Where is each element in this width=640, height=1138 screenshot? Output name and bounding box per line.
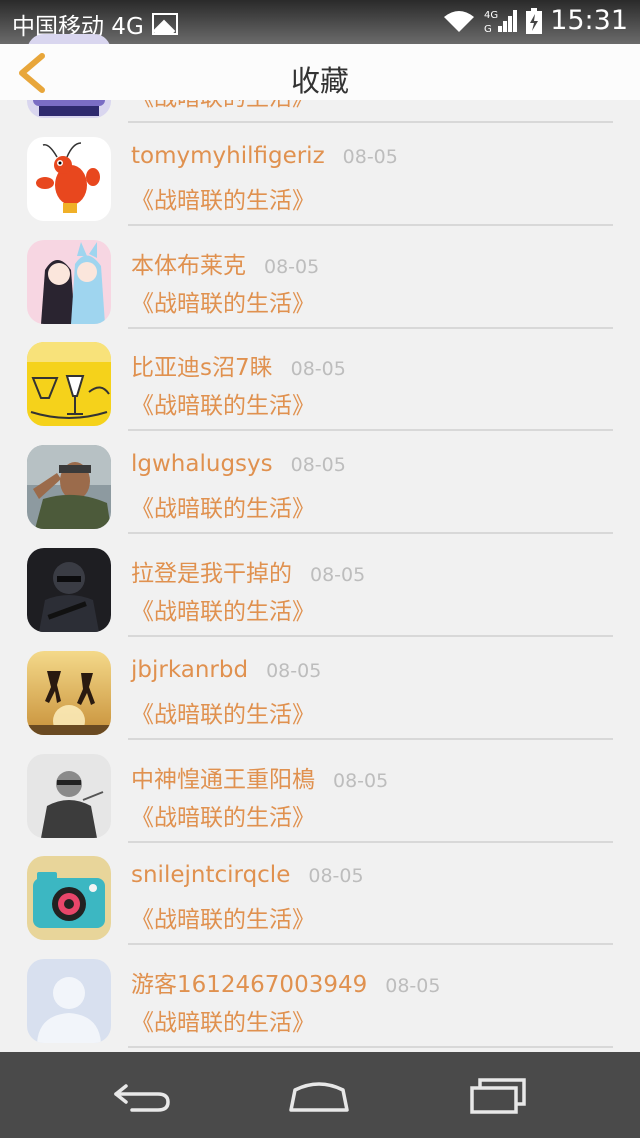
home-nav-icon[interactable]: [287, 1076, 351, 1116]
back-nav-icon[interactable]: [110, 1076, 174, 1116]
app-header: 收藏: [0, 44, 640, 100]
list-item[interactable]: 比亚迪s沼7睐 08-05 《战暗联的生活》: [0, 328, 640, 431]
page-title: 收藏: [290, 64, 349, 98]
list-item[interactable]: 中神惶通王重阳樢 08-05 《战暗联的生活》: [0, 740, 640, 843]
item-name-text: snilejntcirqcle: [131, 862, 291, 888]
item-name: 本体布莱克 08-05: [131, 246, 319, 280]
list-item[interactable]: 游客1612467003949 08-05 《战暗联的生活》: [0, 945, 640, 1048]
item-title: 《战暗联的生活》: [131, 1010, 315, 1036]
item-name-text: 中神惶通王重阳樢: [131, 767, 315, 793]
item-title: 《战暗联的生活》: [131, 393, 315, 419]
bw-woman-avatar: [27, 754, 111, 838]
item-title: 《战暗联的生活》: [131, 496, 315, 522]
item-name-text: lgwhalugsys: [131, 451, 273, 477]
anime-girls-avatar: [27, 240, 111, 324]
navigation-bar: [0, 1052, 640, 1138]
item-date: 08-05: [290, 454, 346, 476]
item-title: 《战暗联的生活》: [131, 907, 315, 933]
list-item[interactable]: 本体布莱克 08-05 《战暗联的生活》: [0, 226, 640, 329]
item-date: 08-05: [385, 975, 441, 997]
item-date: 08-05: [342, 146, 398, 168]
item-name: 中神惶通王重阳樢 08-05: [131, 760, 388, 794]
item-name: 比亚迪s沼7睐 08-05: [131, 348, 346, 382]
item-name: jbjrkanrbd 08-05: [131, 657, 321, 683]
item-title: 《战暗联的生活》: [131, 599, 315, 625]
yellow-cartoon-avatar: [27, 342, 111, 426]
item-date: 08-05: [264, 256, 320, 278]
list-item[interactable]: lgwhalugsys 08-05 《战暗联的生活》: [0, 431, 640, 534]
item-name: lgwhalugsys 08-05: [131, 451, 346, 477]
item-title: 《战暗联的生活》: [131, 805, 315, 831]
item-date: 08-05: [266, 660, 322, 682]
item-title: 《战暗联的生活》: [131, 702, 315, 728]
item-name: tomymyhilfigeriz 08-05: [131, 143, 398, 169]
default-user-avatar: [27, 959, 111, 1043]
item-name-text: 拉登是我干掉的: [131, 561, 292, 587]
list-item[interactable]: 拉登是我干掉的 08-05 《战暗联的生活》: [0, 534, 640, 637]
item-name-text: tomymyhilfigeriz: [131, 143, 325, 169]
retro-camera-avatar: [27, 856, 111, 940]
item-title: 《战暗联的生活》: [131, 188, 315, 214]
item-title: 《战暗联的生活》: [131, 291, 315, 317]
cartoon-lobster-avatar: [27, 137, 111, 221]
list-item[interactable]: jbjrkanrbd 08-05 《战暗联的生活》: [0, 637, 640, 740]
divider: [128, 1046, 613, 1048]
item-date: 08-05: [308, 865, 364, 887]
item-date: 08-05: [290, 358, 346, 380]
swat-soldier-avatar: [27, 548, 111, 632]
item-name-text: 本体布莱克: [131, 253, 246, 279]
recents-nav-icon[interactable]: [466, 1076, 530, 1116]
item-name: 拉登是我干掉的 08-05: [131, 554, 365, 588]
item-name: snilejntcirqcle 08-05: [131, 862, 364, 888]
item-name-text: 比亚迪s沼7睐: [131, 355, 273, 381]
favorites-list[interactable]: 《战暗联的生活》 tomymyhilfigeriz 08-05 《战暗联的生活》: [0, 0, 640, 1052]
item-date: 08-05: [310, 564, 366, 586]
list-item[interactable]: tomymyhilfigeriz 08-05 《战暗联的生活》: [0, 123, 640, 226]
soldier-salute-avatar: [27, 445, 111, 529]
list-item[interactable]: snilejntcirqcle 08-05 《战暗联的生活》: [0, 842, 640, 945]
jumping-silhouette-avatar: [27, 651, 111, 735]
item-name-text: 游客1612467003949: [131, 972, 368, 998]
item-date: 08-05: [333, 770, 389, 792]
item-name-text: jbjrkanrbd: [131, 657, 249, 683]
item-name: 游客1612467003949 08-05: [131, 965, 440, 999]
